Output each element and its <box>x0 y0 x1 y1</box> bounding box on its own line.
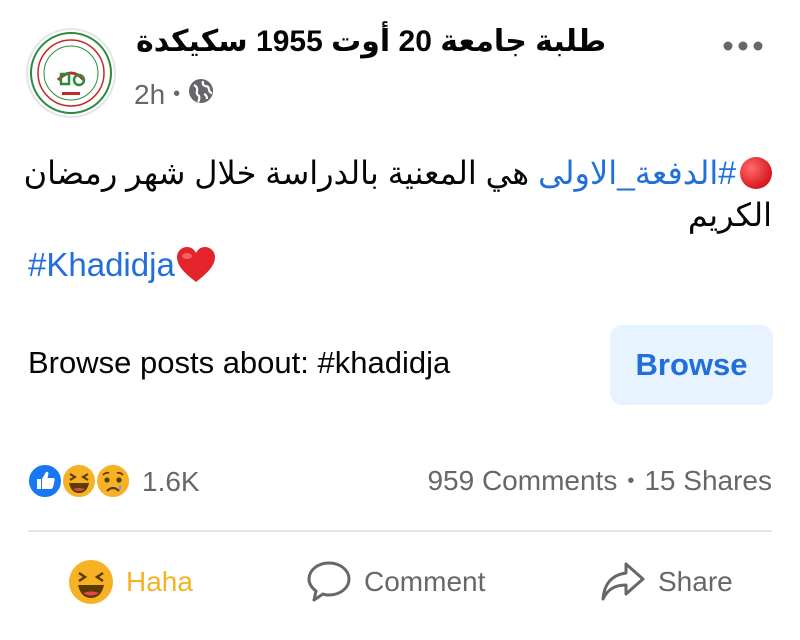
haha-icon <box>69 560 113 604</box>
comment-label: Comment <box>364 566 486 597</box>
reaction-count[interactable]: 1.6K <box>142 466 200 498</box>
shares-count[interactable]: 15 Shares <box>644 465 772 497</box>
hashtag-khadidja-link[interactable]: #Khadidja <box>28 246 175 284</box>
haha-reaction-icon <box>61 463 97 499</box>
stats-separator: • <box>627 469 635 492</box>
comments-count[interactable]: 959 Comments <box>427 465 617 497</box>
sad-reaction-icon <box>95 463 131 499</box>
share-label: Share <box>658 566 733 597</box>
post-text: #الدفعة_الاولى هي المعنية بالدراسة خلال … <box>20 152 772 236</box>
engagement-stats: 959 Comments • 15 Shares <box>427 465 772 497</box>
hashtag-line: #Khadidja <box>28 246 217 284</box>
comment-button[interactable]: Comment <box>306 555 485 609</box>
red-circle-emoji <box>740 157 772 189</box>
page-avatar[interactable] <box>26 28 116 118</box>
divider <box>28 530 772 532</box>
post-time[interactable]: 2h <box>134 79 165 111</box>
comment-icon <box>307 561 351 602</box>
more-options-icon <box>723 41 763 51</box>
browse-button[interactable]: Browse <box>610 325 773 405</box>
browse-label: Browse posts about: #khadidja <box>28 345 451 380</box>
haha-button[interactable]: Haha <box>68 555 193 609</box>
meta-separator: • <box>173 83 181 105</box>
share-button[interactable]: Share <box>600 555 733 609</box>
university-logo <box>30 32 112 114</box>
more-options-button[interactable] <box>718 26 768 66</box>
page-title[interactable]: طلبة جامعة 20 أوت 1955 سكيكدة <box>136 24 606 59</box>
hashtag-batch-link[interactable]: #الدفعة_الاولى <box>538 155 736 191</box>
haha-label: Haha <box>126 566 193 597</box>
post-meta: 2h • <box>134 78 214 111</box>
red-heart-emoji <box>176 247 215 282</box>
like-reaction-icon <box>27 463 63 499</box>
share-icon <box>601 562 645 601</box>
reactions-summary[interactable]: 1.6K <box>26 462 200 502</box>
globe-icon <box>188 78 214 111</box>
